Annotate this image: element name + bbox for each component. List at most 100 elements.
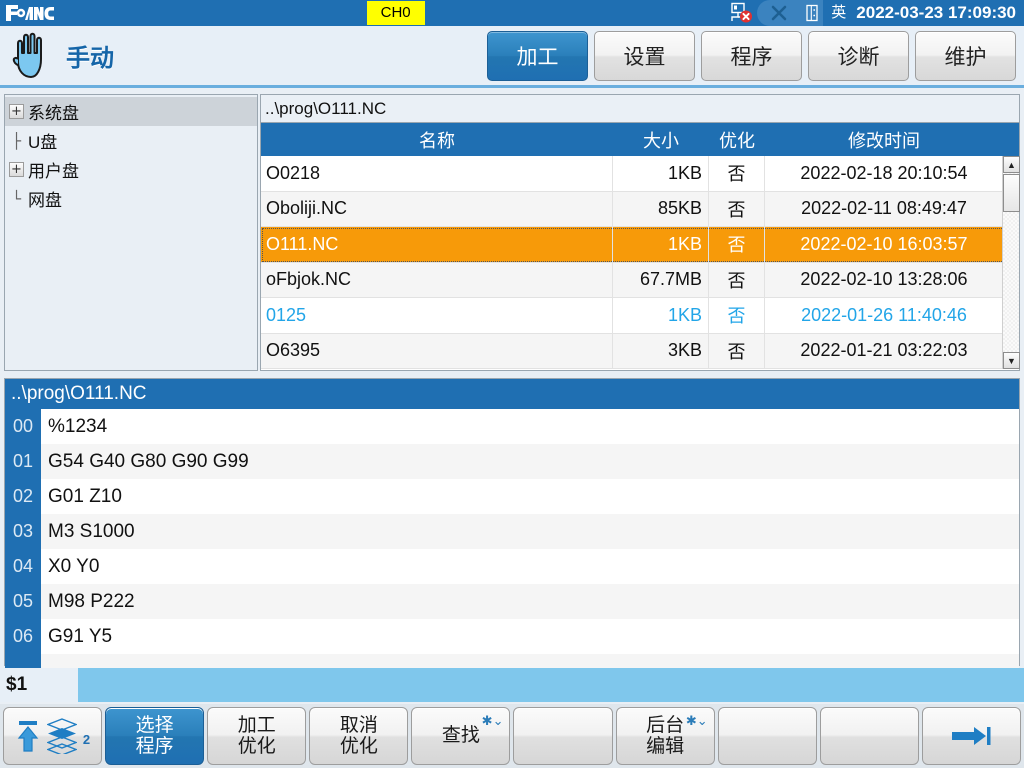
line-text: G54 G40 G80 G90 G99 bbox=[41, 451, 249, 473]
column-header-modified[interactable]: 修改时间 bbox=[765, 123, 1003, 156]
tree-item-label: U盘 bbox=[28, 128, 57, 153]
panel-icon[interactable] bbox=[801, 0, 823, 26]
status-bar: $1 bbox=[0, 668, 1024, 702]
code-line[interactable]: 02 G01 Z10 bbox=[5, 479, 1019, 514]
line-text: G91 Y5 bbox=[41, 626, 112, 648]
chevron-down-icon[interactable]: ✱⌄ bbox=[686, 714, 708, 727]
softkey-icon-group: 2 bbox=[15, 718, 90, 754]
column-header-name[interactable]: 名称 bbox=[261, 123, 613, 156]
code-lines[interactable]: 00 %1234 01 G54 G40 G80 G90 G99 02 G01 Z… bbox=[5, 409, 1019, 665]
line-number: 00 bbox=[5, 409, 41, 444]
table-row[interactable]: O6395 3KB 否 2022-01-21 03:22:03 bbox=[261, 334, 1019, 370]
line-number: 04 bbox=[5, 549, 41, 584]
softkey-background-edit[interactable]: ✱⌄ 后台 编辑 bbox=[616, 707, 715, 765]
scrollbar-thumb[interactable] bbox=[1003, 174, 1020, 212]
code-line[interactable]: 00 %1234 bbox=[5, 409, 1019, 444]
softkey-label-line1: 后台 bbox=[646, 715, 684, 736]
softkey-blank-3[interactable] bbox=[820, 707, 919, 765]
softkey-label-line2: 优化 bbox=[340, 736, 378, 757]
softkey-label-line1: 加工 bbox=[238, 715, 276, 736]
tree-branch-icon: └ bbox=[9, 190, 24, 208]
cell-optimize: 否 bbox=[709, 334, 765, 369]
tab-machining[interactable]: 加工 bbox=[487, 31, 588, 81]
tab-settings[interactable]: 设置 bbox=[594, 31, 695, 81]
cell-size: 3KB bbox=[613, 334, 709, 369]
softkey-blank-2[interactable] bbox=[718, 707, 817, 765]
code-line[interactable]: 04 X0 Y0 bbox=[5, 549, 1019, 584]
code-line[interactable]: 01 G54 G40 G80 G90 G99 bbox=[5, 444, 1019, 479]
scroll-down-icon[interactable]: ▼ bbox=[1003, 352, 1020, 369]
scroll-up-icon[interactable]: ▲ bbox=[1003, 156, 1020, 173]
status-message bbox=[78, 668, 1024, 702]
tab-maintenance[interactable]: 维护 bbox=[915, 31, 1016, 81]
file-list-scrollbar[interactable]: ▲ ▼ bbox=[1002, 156, 1019, 369]
line-text: X0 Y0 bbox=[41, 556, 99, 578]
editor-title: ..\prog\O111.NC bbox=[5, 379, 1019, 409]
softkey-label-line2: 优化 bbox=[238, 736, 276, 757]
table-row-current[interactable]: 0125 1KB 否 2022-01-26 11:40:46 bbox=[261, 298, 1019, 334]
tree-item-user-disk[interactable]: + 用户盘 bbox=[5, 155, 257, 184]
drive-tree-panel: + 系统盘 ├ U盘 + 用户盘 └ 网盘 bbox=[4, 94, 258, 371]
softkey-cancel-optimize[interactable]: 取消 优化 bbox=[309, 707, 408, 765]
tab-program[interactable]: 程序 bbox=[701, 31, 802, 81]
softkey-label-line1: 取消 bbox=[340, 715, 378, 736]
softkey-blank-1[interactable] bbox=[513, 707, 612, 765]
layers-stack-icon bbox=[47, 718, 77, 754]
cell-optimize: 否 bbox=[709, 227, 765, 262]
cell-name: O0218 bbox=[261, 156, 613, 191]
cell-modified: 2022-01-21 03:22:03 bbox=[765, 334, 1003, 369]
code-line[interactable]: 06 G91 Y5 bbox=[5, 619, 1019, 654]
chevron-down-icon[interactable]: ✱⌄ bbox=[482, 714, 504, 727]
softkey-nav-icons[interactable]: 2 bbox=[3, 707, 102, 765]
cell-size: 1KB bbox=[613, 298, 709, 333]
table-row[interactable]: Oboliji.NC 85KB 否 2022-02-11 08:49:47 bbox=[261, 192, 1019, 228]
softkey-label-line2: 程序 bbox=[136, 736, 174, 757]
main-tabs: 加工 设置 程序 诊断 维护 bbox=[487, 31, 1024, 81]
tree-item-system-disk[interactable]: + 系统盘 bbox=[5, 97, 257, 126]
status-channel-label: $1 bbox=[0, 674, 78, 696]
softkey-machining-optimize[interactable]: 加工 优化 bbox=[207, 707, 306, 765]
cell-optimize: 否 bbox=[709, 263, 765, 298]
cell-optimize: 否 bbox=[709, 156, 765, 191]
network-disconnected-icon[interactable] bbox=[727, 0, 757, 26]
upload-to-top-icon bbox=[15, 719, 41, 753]
line-text: %1234 bbox=[41, 416, 107, 438]
drive-tree: + 系统盘 ├ U盘 + 用户盘 └ 网盘 bbox=[5, 95, 257, 213]
tree-item-net-disk[interactable]: └ 网盘 bbox=[5, 184, 257, 213]
table-row[interactable]: oFbjok.NC 67.7MB 否 2022-02-10 13:28:06 bbox=[261, 263, 1019, 299]
arrow-to-end-icon bbox=[950, 725, 992, 747]
file-table: 名称 大小 优化 修改时间 O0218 1KB 否 2022-02-18 20:… bbox=[261, 123, 1019, 369]
tab-diagnostics[interactable]: 诊断 bbox=[808, 31, 909, 81]
table-row[interactable]: O0218 1KB 否 2022-02-18 20:10:54 bbox=[261, 156, 1019, 192]
column-header-optimize[interactable]: 优化 bbox=[709, 123, 765, 156]
expander-icon[interactable]: + bbox=[9, 162, 24, 177]
channel-badge[interactable]: CH0 bbox=[367, 1, 425, 25]
cell-name: oFbjok.NC bbox=[261, 263, 613, 298]
file-rows: O0218 1KB 否 2022-02-18 20:10:54 Oboliji.… bbox=[261, 156, 1019, 369]
main-area: + 系统盘 ├ U盘 + 用户盘 └ 网盘 ..\prog\O111.NC bbox=[0, 91, 1024, 374]
table-row-selected[interactable]: O111.NC 1KB 否 2022-02-10 16:03:57 bbox=[261, 227, 1019, 263]
program-editor: ..\prog\O111.NC 00 %1234 01 G54 G40 G80 … bbox=[4, 378, 1020, 666]
code-line[interactable]: 05 M98 P222 bbox=[5, 584, 1019, 619]
close-button[interactable] bbox=[757, 0, 801, 26]
softkey-select-program[interactable]: 选择 程序 bbox=[105, 707, 204, 765]
cell-modified: 2022-02-10 13:28:06 bbox=[765, 263, 1003, 298]
tree-item-label: 用户盘 bbox=[28, 157, 79, 182]
softkey-find[interactable]: ✱⌄ 查找 bbox=[411, 707, 510, 765]
line-number: 03 bbox=[5, 514, 41, 549]
code-line[interactable]: 03 M3 S1000 bbox=[5, 514, 1019, 549]
expander-icon[interactable]: + bbox=[9, 104, 24, 119]
cell-modified: 2022-02-11 08:49:47 bbox=[765, 192, 1003, 227]
line-number: 01 bbox=[5, 444, 41, 479]
logo-icon bbox=[4, 3, 62, 23]
ime-indicator[interactable]: 英 bbox=[823, 0, 856, 26]
softkey-label-line1: 查找 bbox=[442, 725, 480, 746]
column-header-size[interactable]: 大小 bbox=[613, 123, 709, 156]
cnc-hmi-window: CH0 bbox=[0, 0, 1024, 768]
line-number: 05 bbox=[5, 584, 41, 619]
softkey-next-page[interactable] bbox=[922, 707, 1021, 765]
tree-item-usb-disk[interactable]: ├ U盘 bbox=[5, 126, 257, 155]
tree-branch-icon: ├ bbox=[9, 132, 24, 150]
file-table-header: 名称 大小 优化 修改时间 bbox=[261, 123, 1019, 156]
tree-item-label: 系统盘 bbox=[28, 99, 79, 124]
